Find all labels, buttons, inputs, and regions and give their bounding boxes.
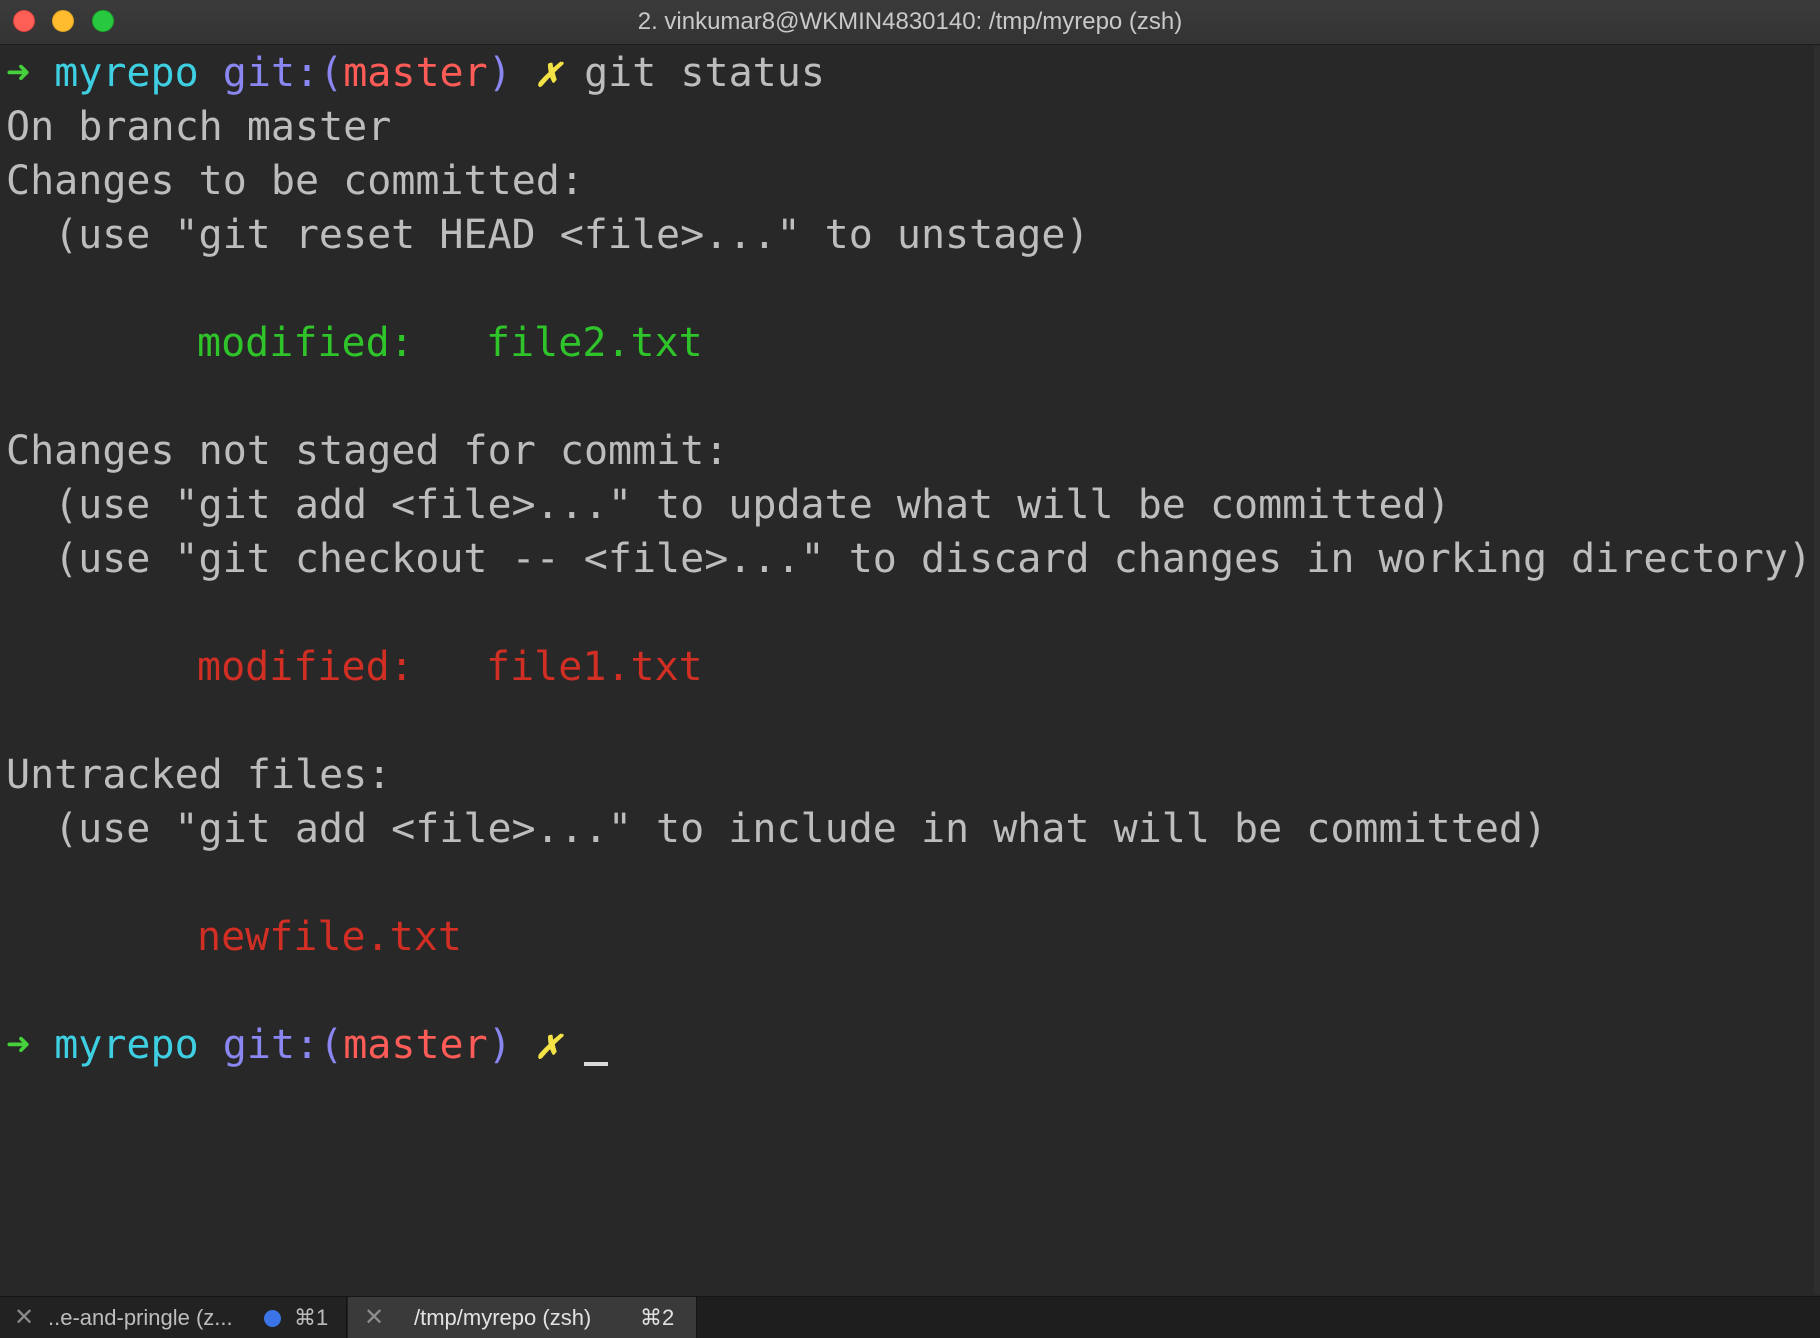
activity-dot-icon — [264, 1310, 281, 1327]
staged-hint: (use "git reset HEAD <file>..." to unsta… — [54, 212, 1090, 258]
dirty-mark-icon: ✗ — [535, 1022, 560, 1068]
text-cursor — [584, 1062, 609, 1066]
prompt-repo: myrepo — [54, 50, 199, 96]
prompt-line: ➜ myrepo git:(master) ✗ git status — [6, 46, 825, 100]
scrollbar-track[interactable] — [1814, 46, 1820, 1294]
prompt-git-prefix: git:( — [222, 1022, 344, 1068]
tab-close-icon[interactable]: ✕ — [364, 1297, 384, 1338]
prompt-arrow-icon: ➜ — [6, 1022, 31, 1068]
tab-shortcut: ⌘1 — [294, 1305, 329, 1330]
untracked-header: Untracked files: — [6, 752, 392, 798]
command-text: git status — [584, 50, 825, 96]
on-branch-line: On branch master — [6, 104, 392, 150]
prompt-branch: master — [343, 1022, 488, 1068]
untracked-hint: (use "git add <file>..." to include in w… — [54, 806, 1548, 852]
prompt-git-suffix: ) — [487, 1022, 512, 1068]
prompt-git-suffix: ) — [487, 50, 512, 96]
unstaged-header: Changes not staged for commit: — [6, 428, 729, 474]
unstaged-file-line: modified: file1.txt — [6, 640, 703, 694]
dirty-mark-icon: ✗ — [535, 50, 560, 96]
staged-file-line: modified: file2.txt — [6, 316, 703, 370]
tab-2[interactable]: ✕ /tmp/myrepo (zsh) ⌘2 — [348, 1297, 697, 1338]
window-title: 2. vinkumar8@WKMIN4830140: /tmp/myrepo (… — [637, 8, 1183, 35]
tab-label: /tmp/myrepo (zsh) — [414, 1305, 592, 1330]
terminal-window: 2. vinkumar8@WKMIN4830140: /tmp/myrepo (… — [0, 0, 1820, 1338]
tab-close-icon[interactable]: ✕ — [14, 1297, 34, 1338]
prompt-arrow-icon: ➜ — [6, 50, 31, 96]
unstaged-file-name: file1.txt — [486, 644, 703, 690]
title-bar[interactable]: 2. vinkumar8@WKMIN4830140: /tmp/myrepo (… — [0, 0, 1820, 45]
tab-bar: ✕ ..e-and-pringle (z... ⌘1 ✕ /tmp/myrepo… — [0, 1296, 1820, 1338]
prompt-branch: master — [343, 50, 488, 96]
prompt-repo: myrepo — [54, 1022, 199, 1068]
tab-1[interactable]: ✕ ..e-and-pringle (z... ⌘1 — [0, 1297, 347, 1338]
terminal-output[interactable]: ➜ myrepo git:(master) ✗ git status On br… — [0, 46, 1820, 1294]
staged-file-status: modified: — [197, 320, 414, 366]
unstaged-file-status: modified: — [197, 644, 414, 690]
prompt-git-prefix: git:( — [222, 50, 344, 96]
untracked-file-name: newfile.txt — [197, 914, 462, 960]
unstaged-hint-2: (use "git checkout -- <file>..." to disc… — [54, 536, 1812, 582]
tab-label: ..e-and-pringle (z... — [48, 1305, 233, 1330]
prompt-line: ➜ myrepo git:(master) ✗ — [6, 1018, 609, 1072]
tab-shortcut: ⌘2 — [640, 1305, 675, 1330]
staged-file-name: file2.txt — [486, 320, 703, 366]
staged-header: Changes to be committed: — [6, 158, 584, 204]
unstaged-hint-1: (use "git add <file>..." to update what … — [54, 482, 1451, 528]
